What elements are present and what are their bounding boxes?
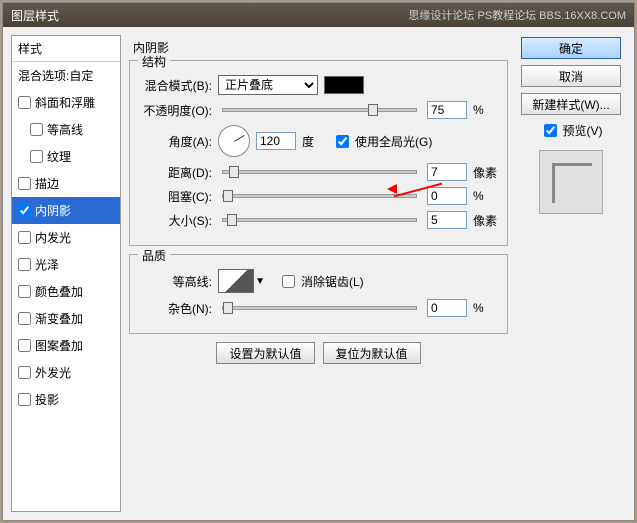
noise-unit: % <box>473 301 497 315</box>
dialog-content: 样式 混合选项:自定 斜面和浮雕等高线纹理描边内阴影内发光光泽颜色叠加渐变叠加图… <box>3 27 634 520</box>
angle-label: 角度(A): <box>140 133 212 150</box>
styles-header: 样式 <box>12 36 120 62</box>
cancel-button[interactable]: 取消 <box>521 65 621 87</box>
preview-checkbox[interactable]: 预览(V) <box>540 121 603 140</box>
watermark-text: 思缘设计论坛 PS教程论坛 BBS.16XX8.COM <box>408 7 626 23</box>
opacity-slider[interactable] <box>222 108 417 112</box>
layer-style-dialog: 图层样式 思缘设计论坛 PS教程论坛 BBS.16XX8.COM 样式 混合选项… <box>2 2 635 521</box>
style-item-2[interactable]: 纹理 <box>12 143 120 170</box>
noise-slider[interactable] <box>222 306 417 310</box>
style-item-11[interactable]: 投影 <box>12 386 120 413</box>
style-item-10[interactable]: 外发光 <box>12 359 120 386</box>
style-item-3[interactable]: 描边 <box>12 170 120 197</box>
distance-slider[interactable] <box>222 170 417 174</box>
size-unit: 像素 <box>473 212 497 229</box>
angle-unit: 度 <box>302 133 326 150</box>
size-label: 大小(S): <box>140 212 212 229</box>
style-item-5[interactable]: 内发光 <box>12 224 120 251</box>
styles-panel: 样式 混合选项:自定 斜面和浮雕等高线纹理描边内阴影内发光光泽颜色叠加渐变叠加图… <box>11 35 121 512</box>
style-item-4[interactable]: 内阴影 <box>12 197 120 224</box>
structure-group: 结构 混合模式(B): 正片叠底 不透明度(O): % 角度(A): <box>129 60 508 246</box>
opacity-label: 不透明度(O): <box>140 102 212 119</box>
style-item-9[interactable]: 图案叠加 <box>12 332 120 359</box>
choke-input[interactable] <box>427 187 467 205</box>
blending-options-item[interactable]: 混合选项:自定 <box>12 62 120 89</box>
reset-default-button[interactable]: 复位为默认值 <box>323 342 421 364</box>
opacity-input[interactable] <box>427 101 467 119</box>
choke-label: 阻塞(C): <box>140 188 212 205</box>
choke-slider[interactable] <box>222 194 417 198</box>
structure-title: 结构 <box>138 53 170 70</box>
styles-list: 样式 混合选项:自定 斜面和浮雕等高线纹理描边内阴影内发光光泽颜色叠加渐变叠加图… <box>11 35 121 512</box>
choke-unit: % <box>473 189 497 203</box>
ok-button[interactable]: 确定 <box>521 37 621 59</box>
noise-label: 杂色(N): <box>140 300 212 317</box>
angle-dial[interactable] <box>218 125 250 157</box>
dialog-title: 图层样式 <box>11 7 59 23</box>
contour-label: 等高线: <box>140 273 212 290</box>
blend-mode-label: 混合模式(B): <box>140 77 212 94</box>
global-light-checkbox[interactable]: 使用全局光(G) <box>332 132 432 151</box>
noise-input[interactable] <box>427 299 467 317</box>
blend-mode-select[interactable]: 正片叠底 <box>218 75 318 95</box>
action-panel: 确定 取消 新建样式(W)... 预览(V) <box>516 35 626 512</box>
size-slider[interactable] <box>222 218 417 222</box>
style-item-7[interactable]: 颜色叠加 <box>12 278 120 305</box>
preview-swatch <box>539 150 603 214</box>
antialias-checkbox[interactable]: 消除锯齿(L) <box>278 272 364 291</box>
quality-group: 品质 等高线: ▼ 消除锯齿(L) 杂色(N): % <box>129 254 508 334</box>
distance-input[interactable] <box>427 163 467 181</box>
make-default-button[interactable]: 设置为默认值 <box>216 342 314 364</box>
style-item-1[interactable]: 等高线 <box>12 116 120 143</box>
titlebar: 图层样式 思缘设计论坛 PS教程论坛 BBS.16XX8.COM <box>3 3 634 27</box>
distance-label: 距离(D): <box>140 164 212 181</box>
distance-unit: 像素 <box>473 164 497 181</box>
style-item-0[interactable]: 斜面和浮雕 <box>12 89 120 116</box>
size-input[interactable] <box>427 211 467 229</box>
style-item-8[interactable]: 渐变叠加 <box>12 305 120 332</box>
quality-title: 品质 <box>138 247 170 264</box>
style-item-6[interactable]: 光泽 <box>12 251 120 278</box>
angle-input[interactable] <box>256 132 296 150</box>
shadow-color-swatch[interactable] <box>324 76 364 94</box>
panel-title: 内阴影 <box>129 35 508 60</box>
settings-panel: 内阴影 结构 混合模式(B): 正片叠底 不透明度(O): % <box>129 35 508 512</box>
opacity-unit: % <box>473 103 497 117</box>
contour-picker[interactable]: ▼ <box>218 269 254 293</box>
new-style-button[interactable]: 新建样式(W)... <box>521 93 621 115</box>
